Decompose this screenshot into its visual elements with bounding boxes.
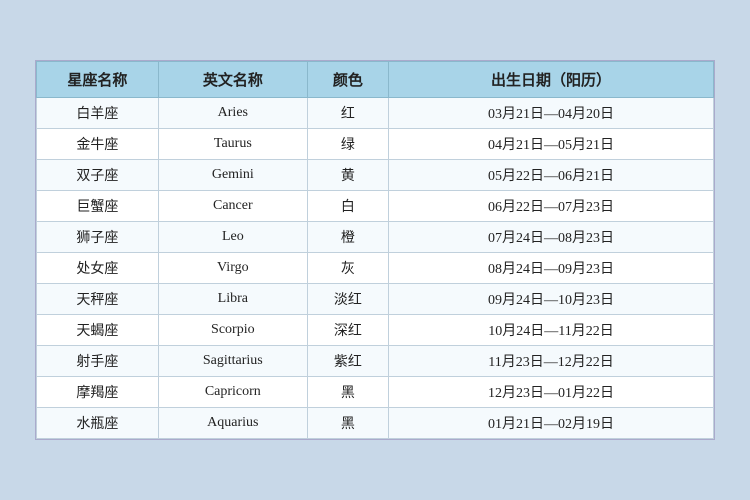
cell-date: 05月22日—06月21日 bbox=[389, 160, 714, 191]
cell-en: Sagittarius bbox=[158, 346, 307, 377]
cell-color: 绿 bbox=[307, 129, 388, 160]
table-row: 射手座Sagittarius紫红11月23日—12月22日 bbox=[37, 346, 714, 377]
table-row: 天蝎座Scorpio深红10月24日—11月22日 bbox=[37, 315, 714, 346]
cell-cn: 狮子座 bbox=[37, 222, 159, 253]
cell-en: Aries bbox=[158, 98, 307, 129]
cell-color: 白 bbox=[307, 191, 388, 222]
cell-color: 灰 bbox=[307, 253, 388, 284]
zodiac-table-container: 星座名称 英文名称 颜色 出生日期（阳历） 白羊座Aries红03月21日—04… bbox=[35, 60, 715, 440]
cell-cn: 摩羯座 bbox=[37, 377, 159, 408]
cell-en: Leo bbox=[158, 222, 307, 253]
cell-date: 07月24日—08月23日 bbox=[389, 222, 714, 253]
cell-date: 06月22日—07月23日 bbox=[389, 191, 714, 222]
cell-date: 12月23日—01月22日 bbox=[389, 377, 714, 408]
cell-en: Taurus bbox=[158, 129, 307, 160]
cell-cn: 双子座 bbox=[37, 160, 159, 191]
table-row: 白羊座Aries红03月21日—04月20日 bbox=[37, 98, 714, 129]
cell-date: 03月21日—04月20日 bbox=[389, 98, 714, 129]
cell-cn: 白羊座 bbox=[37, 98, 159, 129]
cell-date: 11月23日—12月22日 bbox=[389, 346, 714, 377]
table-row: 摩羯座Capricorn黑12月23日—01月22日 bbox=[37, 377, 714, 408]
cell-date: 08月24日—09月23日 bbox=[389, 253, 714, 284]
cell-color: 黑 bbox=[307, 408, 388, 439]
header-color: 颜色 bbox=[307, 62, 388, 98]
cell-color: 黄 bbox=[307, 160, 388, 191]
header-en: 英文名称 bbox=[158, 62, 307, 98]
table-row: 水瓶座Aquarius黑01月21日—02月19日 bbox=[37, 408, 714, 439]
table-row: 双子座Gemini黄05月22日—06月21日 bbox=[37, 160, 714, 191]
cell-date: 09月24日—10月23日 bbox=[389, 284, 714, 315]
cell-color: 红 bbox=[307, 98, 388, 129]
table-row: 狮子座Leo橙07月24日—08月23日 bbox=[37, 222, 714, 253]
table-header-row: 星座名称 英文名称 颜色 出生日期（阳历） bbox=[37, 62, 714, 98]
cell-en: Gemini bbox=[158, 160, 307, 191]
header-date: 出生日期（阳历） bbox=[389, 62, 714, 98]
cell-en: Virgo bbox=[158, 253, 307, 284]
table-row: 巨蟹座Cancer白06月22日—07月23日 bbox=[37, 191, 714, 222]
cell-color: 黑 bbox=[307, 377, 388, 408]
cell-color: 紫红 bbox=[307, 346, 388, 377]
cell-cn: 水瓶座 bbox=[37, 408, 159, 439]
cell-cn: 处女座 bbox=[37, 253, 159, 284]
table-body: 白羊座Aries红03月21日—04月20日金牛座Taurus绿04月21日—0… bbox=[37, 98, 714, 439]
cell-cn: 天蝎座 bbox=[37, 315, 159, 346]
cell-date: 01月21日—02月19日 bbox=[389, 408, 714, 439]
cell-date: 04月21日—05月21日 bbox=[389, 129, 714, 160]
table-row: 金牛座Taurus绿04月21日—05月21日 bbox=[37, 129, 714, 160]
cell-cn: 天秤座 bbox=[37, 284, 159, 315]
cell-en: Aquarius bbox=[158, 408, 307, 439]
cell-date: 10月24日—11月22日 bbox=[389, 315, 714, 346]
cell-cn: 巨蟹座 bbox=[37, 191, 159, 222]
cell-en: Capricorn bbox=[158, 377, 307, 408]
cell-color: 橙 bbox=[307, 222, 388, 253]
cell-cn: 金牛座 bbox=[37, 129, 159, 160]
cell-color: 深红 bbox=[307, 315, 388, 346]
header-cn: 星座名称 bbox=[37, 62, 159, 98]
cell-en: Cancer bbox=[158, 191, 307, 222]
table-row: 天秤座Libra淡红09月24日—10月23日 bbox=[37, 284, 714, 315]
zodiac-table: 星座名称 英文名称 颜色 出生日期（阳历） 白羊座Aries红03月21日—04… bbox=[36, 61, 714, 439]
cell-color: 淡红 bbox=[307, 284, 388, 315]
cell-en: Libra bbox=[158, 284, 307, 315]
cell-cn: 射手座 bbox=[37, 346, 159, 377]
table-row: 处女座Virgo灰08月24日—09月23日 bbox=[37, 253, 714, 284]
cell-en: Scorpio bbox=[158, 315, 307, 346]
